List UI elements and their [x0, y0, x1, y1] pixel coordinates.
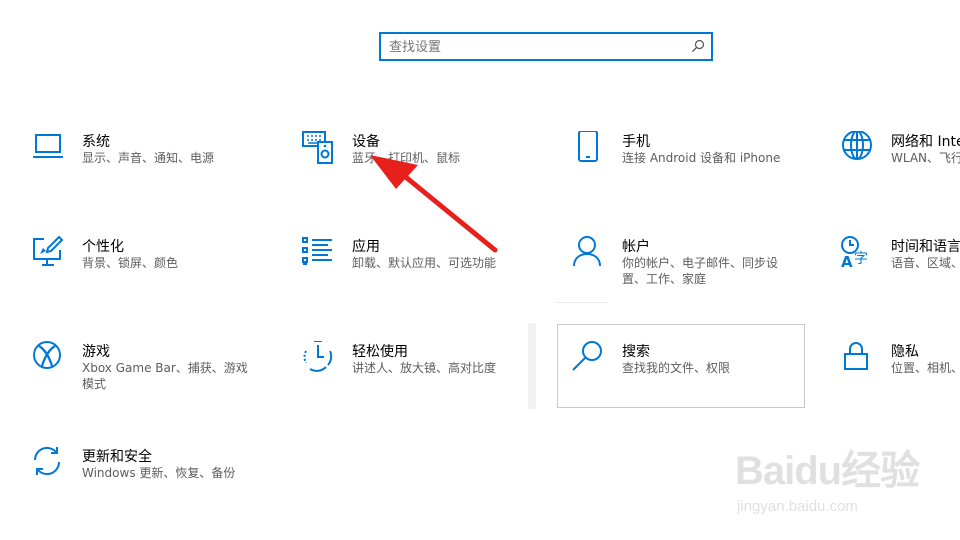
- ease-of-access-icon: [302, 341, 334, 375]
- tile-description: WLAN、飞行模式: [891, 151, 960, 165]
- tile-title: 时间和语言: [891, 239, 960, 255]
- tile-description: 背景、锁屏、颜色: [82, 256, 179, 270]
- search-icon[interactable]: [691, 39, 705, 53]
- tile-title: 游戏: [82, 344, 110, 360]
- app-list-icon: [302, 236, 334, 270]
- lock-icon: [841, 341, 873, 375]
- tile-network[interactable]: 网络和 Internet WLAN、飞行模式: [841, 131, 960, 181]
- sync-icon: [32, 446, 64, 480]
- tile-personalization[interactable]: 个性化 背景、锁屏、颜色: [32, 236, 262, 286]
- xbox-icon: [32, 341, 64, 375]
- tile-ease-of-access[interactable]: 轻松使用 讲述人、放大镜、高对比度: [302, 341, 532, 391]
- search-icon: [572, 341, 604, 375]
- watermark-url: jingyan.baidu.com: [737, 498, 858, 515]
- svg-text:字: 字: [854, 251, 868, 267]
- tile-title: 网络和 Internet: [891, 134, 960, 150]
- tile-description: Windows 更新、恢复、备份: [82, 466, 236, 480]
- search-box[interactable]: [379, 32, 713, 61]
- tile-gaming[interactable]: 游戏 Xbox Game Bar、捕获、游戏模式: [32, 341, 262, 396]
- svg-text:A: A: [841, 253, 853, 270]
- laptop-icon: [32, 131, 64, 165]
- tile-title: 系统: [82, 134, 110, 150]
- tile-apps[interactable]: 应用 卸载、默认应用、可选功能: [302, 236, 532, 286]
- tile-title: 轻松使用: [352, 344, 408, 360]
- tile-search[interactable]: 搜索 查找我的文件、权限: [572, 341, 802, 391]
- tile-description: 连接 Android 设备和 iPhone: [622, 151, 781, 165]
- tile-description: Xbox Game Bar、捕获、游戏模式: [82, 361, 248, 391]
- tile-title: 搜索: [622, 344, 650, 360]
- tile-devices[interactable]: 设备 蓝牙、打印机、鼠标: [302, 131, 532, 181]
- tile-update-security[interactable]: 更新和安全 Windows 更新、恢复、备份: [32, 446, 262, 496]
- watermark-brand: Baidu经验: [735, 449, 920, 493]
- tile-title: 设备: [352, 134, 380, 150]
- tile-description: 位置、相机、麦克风: [891, 361, 960, 375]
- hover-divider: [556, 302, 608, 303]
- tile-description: 卸载、默认应用、可选功能: [352, 256, 497, 270]
- tile-system[interactable]: 系统 显示、声音、通知、电源: [32, 131, 262, 181]
- tile-description: 语音、区域、日期: [891, 256, 960, 270]
- tile-description: 讲述人、放大镜、高对比度: [352, 361, 497, 375]
- tile-title: 帐户: [622, 239, 650, 255]
- tile-title: 手机: [622, 134, 650, 150]
- tile-description: 蓝牙、打印机、鼠标: [352, 151, 461, 165]
- time-language-icon: A字: [841, 236, 873, 270]
- tile-privacy[interactable]: 隐私 位置、相机、麦克风: [841, 341, 960, 391]
- tile-description: 你的帐户、电子邮件、同步设置、工作、家庭: [622, 256, 779, 286]
- tile-description: 查找我的文件、权限: [622, 361, 731, 375]
- baidu-watermark: Baidu经验 jingyan.baidu.com: [735, 438, 935, 528]
- keyboard-speaker-icon: [302, 131, 334, 165]
- tile-title: 应用: [352, 239, 380, 255]
- person-icon: [572, 236, 604, 270]
- search-input[interactable]: [389, 37, 679, 57]
- tile-title: 隐私: [891, 344, 919, 360]
- tile-description: 显示、声音、通知、电源: [82, 151, 215, 165]
- tile-accounts[interactable]: 帐户 你的帐户、电子邮件、同步设置、工作、家庭: [572, 236, 802, 291]
- tile-phone[interactable]: 手机 连接 Android 设备和 iPhone: [572, 131, 802, 181]
- tile-title: 更新和安全: [82, 449, 152, 465]
- tile-title: 个性化: [82, 239, 124, 255]
- phone-icon: [572, 131, 604, 165]
- paintbrush-monitor-icon: [32, 236, 64, 270]
- globe-icon: [841, 131, 873, 165]
- tile-time-language[interactable]: A字 时间和语言 语音、区域、日期: [841, 236, 960, 286]
